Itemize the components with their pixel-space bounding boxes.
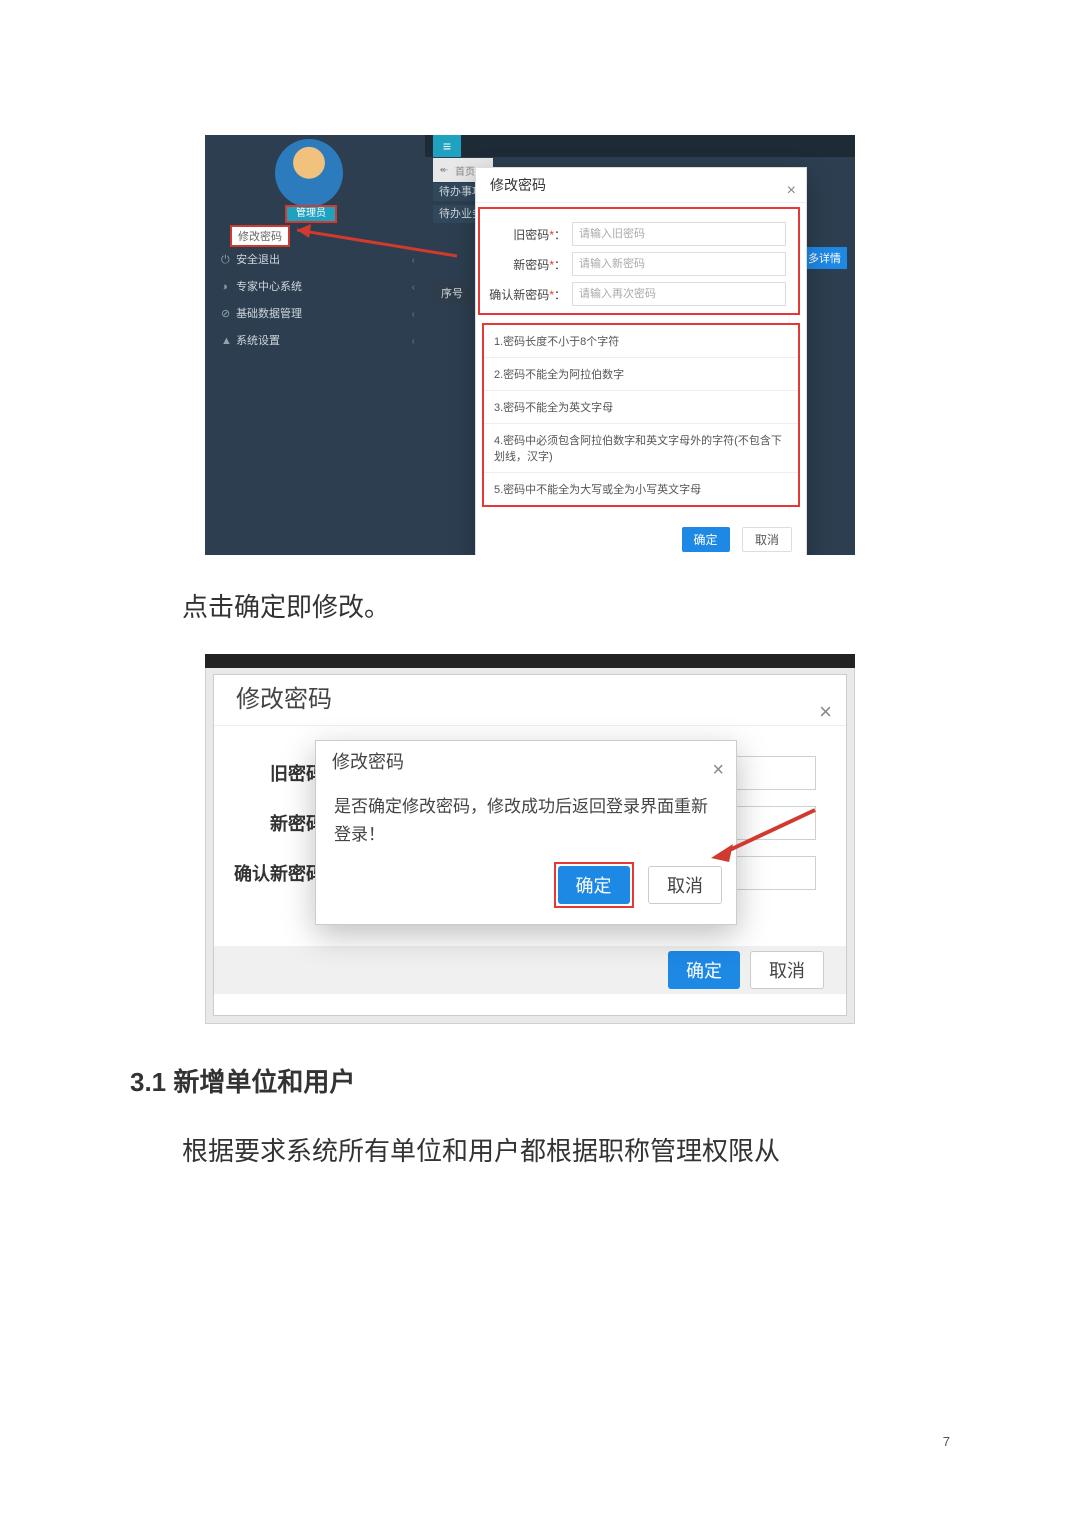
sidebar-item-label: 专家中心系统 (236, 281, 302, 293)
new-password-label: 新密码 (214, 810, 324, 836)
old-password-label: 旧密码*： (480, 226, 572, 243)
old-password-label: 旧密码 (214, 760, 324, 786)
confirm-dialog-message: 是否确定修改密码，修改成功后返回登录界面重新登录！ (316, 783, 736, 855)
change-password-link[interactable]: 修改密码 (230, 225, 290, 247)
chevron-left-icon: ‹ (412, 274, 415, 301)
cancel-button[interactable]: 取消 (750, 951, 824, 989)
confirm-password-label: 确认新密码*： (480, 286, 572, 303)
confirm-password-label: 确认新密码 (214, 860, 324, 886)
ok-button[interactable]: 确定 (682, 527, 730, 552)
confirm-password-input[interactable]: 请输入再次密码 (572, 282, 786, 306)
dialog-footer: 确定 取消 (214, 946, 846, 994)
change-password-dialog: 修改密码 × 旧密码*： 请输入旧密码 新密码*： 请输入新密码 确认新密码*：… (475, 167, 807, 555)
form-row-new-password: 新密码*： 请输入新密码 (480, 249, 798, 279)
dialog-footer: 确定 取消 (476, 513, 806, 555)
dialog-title-text: 修改密码 (490, 177, 546, 193)
new-password-input[interactable]: 请输入新密码 (572, 252, 786, 276)
confirm-dialog-footer: 确定 取消 (316, 856, 736, 924)
check-icon: ⊘ (221, 301, 233, 328)
body-paragraph: 根据要求系统所有单位和用户都根据职称管理权限从 (130, 1127, 930, 1176)
page-content: ≡ ↞ 首页 管理员 修改密码 ⏻ 安全退出 ‹ ◑ 专家中心系统 ‹ ⊘ (130, 135, 930, 1199)
document-page: ≡ ↞ 首页 管理员 修改密码 ⏻ 安全退出 ‹ ◑ 专家中心系统 ‹ ⊘ (0, 0, 1080, 1527)
form-row-confirm-password: 确认新密码*： 请输入再次密码 (480, 279, 798, 309)
chevron-left-icon: ‹ (412, 328, 415, 355)
old-password-input[interactable]: 请输入旧密码 (572, 222, 786, 246)
breadcrumb-home[interactable]: 首页 (455, 163, 475, 178)
form-row-old-password: 旧密码*： 请输入旧密码 (480, 219, 798, 249)
chevron-left-icon: ‹ (412, 301, 415, 328)
sidebar-item-safe-exit[interactable]: ⏻ 安全退出 ‹ (205, 247, 425, 274)
password-rule: 2.密码不能全为阿拉伯数字 (484, 357, 798, 390)
password-rules: 1.密码长度不小于8个字符 2.密码不能全为阿拉伯数字 3.密码不能全为英文字母… (482, 323, 800, 507)
breadcrumb-back-icon[interactable]: ↞ (433, 165, 455, 176)
close-icon[interactable]: × (787, 174, 796, 208)
password-rule: 4.密码中必须包含阿拉伯数字和英文字母外的字符(不包含下划线，汉字) (484, 423, 798, 472)
sidebar-item-expert-center[interactable]: ◑ 专家中心系统 ‹ (205, 274, 425, 301)
confirm-dialog-title: 修改密码 × (316, 741, 736, 783)
user-role-badge: 管理员 (285, 205, 337, 223)
power-icon: ⏻ (221, 247, 233, 274)
ok-button-highlight: 确定 (554, 862, 634, 908)
dialog-title: 修改密码 × (476, 168, 806, 203)
ok-button[interactable]: 确定 (668, 951, 740, 989)
sidebar-item-sys-settings[interactable]: ▲ 系统设置 ‹ (205, 328, 425, 355)
dialog-title: 修改密码 × (214, 675, 846, 726)
sidebar-item-base-data[interactable]: ⊘ 基础数据管理 ‹ (205, 301, 425, 328)
dialog-title-text: 修改密码 (236, 686, 332, 713)
sidebar-item-label: 系统设置 (236, 335, 280, 347)
confirm-dialog: 修改密码 × 是否确定修改密码，修改成功后返回登录界面重新登录！ 确定 取消 (315, 740, 737, 924)
globe-icon: ◑ (221, 274, 233, 301)
password-rule: 1.密码长度不小于8个字符 (484, 325, 798, 357)
password-rule: 3.密码不能全为英文字母 (484, 390, 798, 423)
section-heading: 3.1 新增单位和用户 (130, 1062, 930, 1099)
hamburger-icon[interactable]: ≡ (433, 135, 461, 157)
user-icon: ▲ (221, 328, 233, 355)
avatar (275, 139, 343, 207)
sidebar-menu: ⏻ 安全退出 ‹ ◑ 专家中心系统 ‹ ⊘ 基础数据管理 ‹ ▲ 系统设置 ‹ (205, 247, 425, 355)
password-rule: 5.密码中不能全为大写或全为小写英文字母 (484, 472, 798, 505)
ok-button[interactable]: 确定 (558, 866, 630, 904)
sidebar-item-label: 安全退出 (236, 254, 280, 266)
new-password-label: 新密码*： (480, 256, 572, 273)
sidebar-item-label: 基础数据管理 (236, 308, 302, 320)
app-topbar (425, 135, 855, 157)
cancel-button[interactable]: 取消 (648, 866, 722, 904)
close-icon[interactable]: × (712, 749, 724, 791)
cancel-button[interactable]: 取消 (742, 527, 792, 552)
app-topbar (205, 654, 855, 668)
page-number: 7 (943, 1434, 950, 1449)
screenshot-confirm-dialog: 修改密码 × 旧密码 新密码 确认新密码 确定 取消 (205, 654, 855, 1024)
password-form: 旧密码*： 请输入旧密码 新密码*： 请输入新密码 确认新密码*： 请输入再次密… (478, 207, 800, 315)
screenshot-change-password: ≡ ↞ 首页 管理员 修改密码 ⏻ 安全退出 ‹ ◑ 专家中心系统 ‹ ⊘ (205, 135, 855, 555)
table-header-index: 序号 (433, 283, 471, 303)
chevron-left-icon: ‹ (412, 247, 415, 274)
body-paragraph: 点击确定即修改。 (130, 583, 930, 632)
confirm-dialog-title-text: 修改密码 (332, 752, 404, 772)
